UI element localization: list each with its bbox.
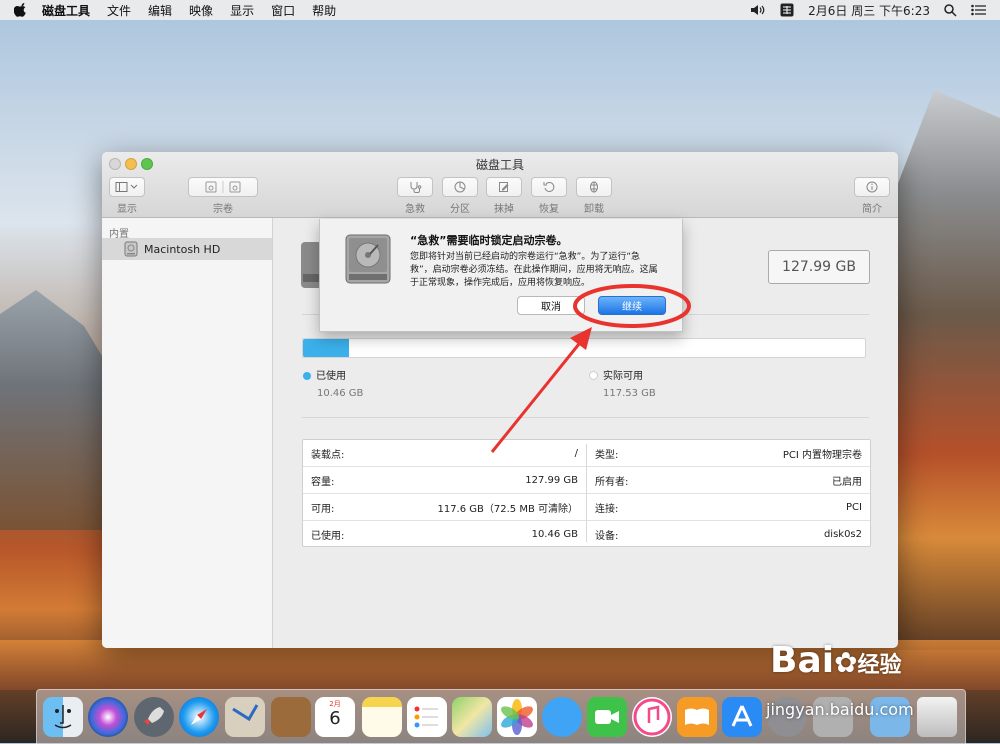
annotation-overlay [490,284,691,453]
trash-icon[interactable] [917,697,957,737]
photos-icon[interactable] [497,697,537,737]
app-store-icon[interactable] [722,697,762,737]
music-icon[interactable] [632,697,672,737]
maps-icon[interactable] [452,697,492,737]
facetime-icon[interactable] [587,697,627,737]
calendar-icon[interactable]: 2月 6 [315,697,355,737]
safari-icon[interactable] [179,697,219,737]
watermark-brand-text: Bai [770,640,835,681]
notes-icon[interactable] [362,697,402,737]
watermark-suffix: 经验 [857,653,902,678]
watermark-url: jingyan.baidu.com [766,700,914,719]
watermark-paw-icon: ✿ [834,646,858,679]
reminders-icon[interactable] [407,697,447,737]
contacts-icon[interactable] [271,697,311,737]
watermark-brand: Bai✿经验 [770,640,902,681]
launchpad-icon[interactable] [134,697,174,737]
mail-icon[interactable] [225,697,265,737]
annotation-arrow-head [570,327,592,350]
annotation-circle [573,284,691,328]
annotation-arrow-line [490,338,585,453]
finder-icon[interactable] [43,697,83,737]
messages-icon[interactable] [542,697,582,737]
books-icon[interactable] [677,697,717,737]
calendar-day: 6 [329,708,341,729]
siri-icon[interactable] [88,697,128,737]
